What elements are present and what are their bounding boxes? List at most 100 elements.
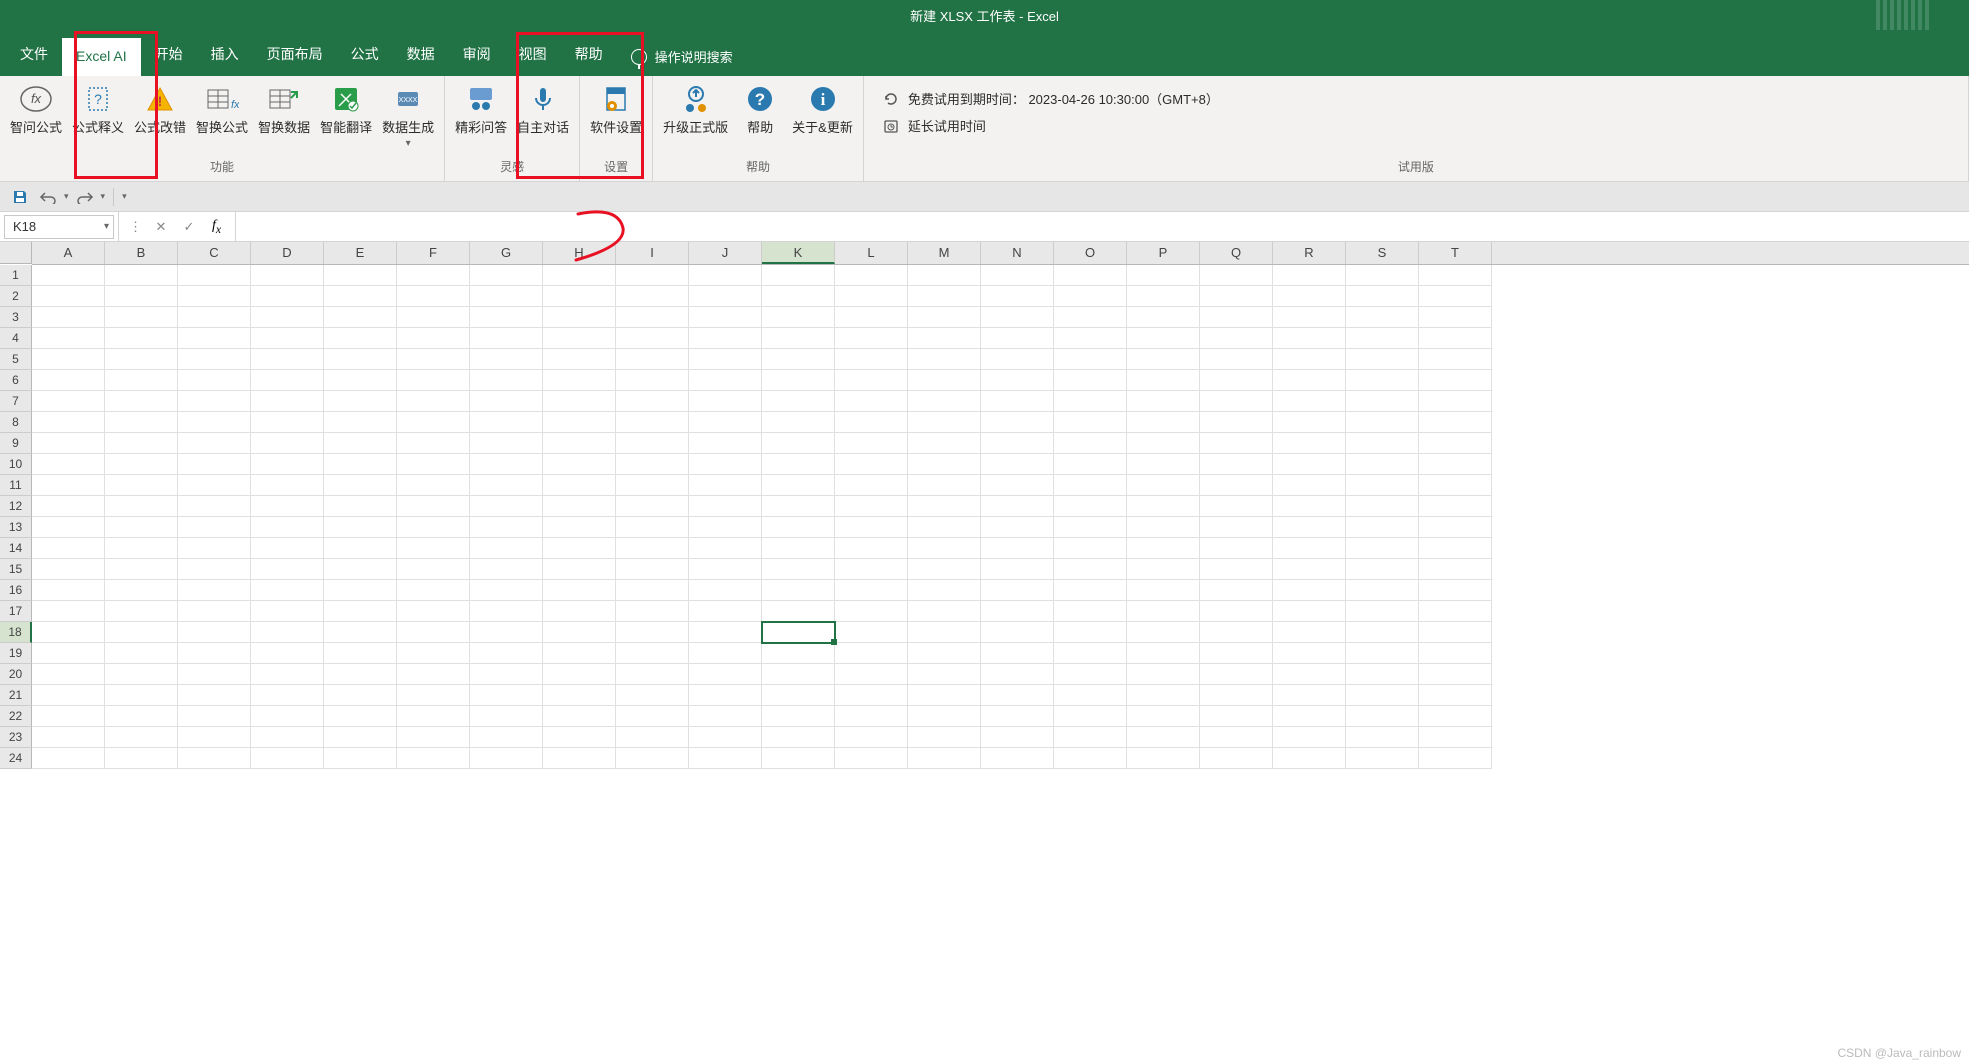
cell-R9[interactable] <box>1273 433 1346 454</box>
cell-H4[interactable] <box>543 328 616 349</box>
select-all-corner[interactable] <box>0 242 32 264</box>
cell-C15[interactable] <box>178 559 251 580</box>
cell-Q1[interactable] <box>1200 265 1273 286</box>
cell-G22[interactable] <box>470 706 543 727</box>
cell-H7[interactable] <box>543 391 616 412</box>
cell-Q6[interactable] <box>1200 370 1273 391</box>
cell-T3[interactable] <box>1419 307 1492 328</box>
cell-S22[interactable] <box>1346 706 1419 727</box>
cell-M24[interactable] <box>908 748 981 769</box>
cell-G5[interactable] <box>470 349 543 370</box>
cell-S7[interactable] <box>1346 391 1419 412</box>
cell-P23[interactable] <box>1127 727 1200 748</box>
cell-Q9[interactable] <box>1200 433 1273 454</box>
cell-J6[interactable] <box>689 370 762 391</box>
cell-C13[interactable] <box>178 517 251 538</box>
row-header-19[interactable]: 19 <box>0 643 32 664</box>
cell-A11[interactable] <box>32 475 105 496</box>
cell-D14[interactable] <box>251 538 324 559</box>
col-header-G[interactable]: G <box>470 242 543 264</box>
cell-K8[interactable] <box>762 412 835 433</box>
cell-S23[interactable] <box>1346 727 1419 748</box>
cell-N23[interactable] <box>981 727 1054 748</box>
row-header-8[interactable]: 8 <box>0 412 32 433</box>
cell-L4[interactable] <box>835 328 908 349</box>
cell-A20[interactable] <box>32 664 105 685</box>
cell-L9[interactable] <box>835 433 908 454</box>
cell-L19[interactable] <box>835 643 908 664</box>
cell-N9[interactable] <box>981 433 1054 454</box>
cell-O19[interactable] <box>1054 643 1127 664</box>
cell-B23[interactable] <box>105 727 178 748</box>
cell-Q21[interactable] <box>1200 685 1273 706</box>
cell-Q15[interactable] <box>1200 559 1273 580</box>
cell-J5[interactable] <box>689 349 762 370</box>
cell-Q23[interactable] <box>1200 727 1273 748</box>
cell-C24[interactable] <box>178 748 251 769</box>
cell-J13[interactable] <box>689 517 762 538</box>
row-header-20[interactable]: 20 <box>0 664 32 685</box>
cell-K4[interactable] <box>762 328 835 349</box>
cell-A1[interactable] <box>32 265 105 286</box>
cell-L15[interactable] <box>835 559 908 580</box>
cell-N24[interactable] <box>981 748 1054 769</box>
cell-H18[interactable] <box>543 622 616 643</box>
cell-M5[interactable] <box>908 349 981 370</box>
cell-K1[interactable] <box>762 265 835 286</box>
cell-R20[interactable] <box>1273 664 1346 685</box>
col-header-R[interactable]: R <box>1273 242 1346 264</box>
cancel-formula-button[interactable]: ✕ <box>148 215 174 239</box>
cell-N5[interactable] <box>981 349 1054 370</box>
cell-F10[interactable] <box>397 454 470 475</box>
cell-K23[interactable] <box>762 727 835 748</box>
cell-H2[interactable] <box>543 286 616 307</box>
cell-J20[interactable] <box>689 664 762 685</box>
cell-R15[interactable] <box>1273 559 1346 580</box>
cell-F13[interactable] <box>397 517 470 538</box>
cell-T20[interactable] <box>1419 664 1492 685</box>
cell-J14[interactable] <box>689 538 762 559</box>
cell-R1[interactable] <box>1273 265 1346 286</box>
cell-O20[interactable] <box>1054 664 1127 685</box>
cell-Q5[interactable] <box>1200 349 1273 370</box>
row-header-22[interactable]: 22 <box>0 706 32 727</box>
cell-D16[interactable] <box>251 580 324 601</box>
cell-G4[interactable] <box>470 328 543 349</box>
cell-P19[interactable] <box>1127 643 1200 664</box>
cell-E9[interactable] <box>324 433 397 454</box>
btn-convert-data[interactable]: 智换数据 <box>254 80 314 138</box>
cell-S24[interactable] <box>1346 748 1419 769</box>
col-header-E[interactable]: E <box>324 242 397 264</box>
cell-E20[interactable] <box>324 664 397 685</box>
trial-extend-row[interactable]: 延长试用时间 <box>882 115 1950 136</box>
cell-L2[interactable] <box>835 286 908 307</box>
cell-I19[interactable] <box>616 643 689 664</box>
cell-K16[interactable] <box>762 580 835 601</box>
tab-excel-ai[interactable]: Excel AI <box>62 38 141 76</box>
cell-H14[interactable] <box>543 538 616 559</box>
cell-E1[interactable] <box>324 265 397 286</box>
cell-F8[interactable] <box>397 412 470 433</box>
btn-formula-explain[interactable]: ? 公式释义 <box>68 80 128 138</box>
cell-K6[interactable] <box>762 370 835 391</box>
cell-M13[interactable] <box>908 517 981 538</box>
cell-F19[interactable] <box>397 643 470 664</box>
cell-M23[interactable] <box>908 727 981 748</box>
cell-N21[interactable] <box>981 685 1054 706</box>
cell-K21[interactable] <box>762 685 835 706</box>
cell-O7[interactable] <box>1054 391 1127 412</box>
cell-R23[interactable] <box>1273 727 1346 748</box>
cell-D18[interactable] <box>251 622 324 643</box>
cell-M21[interactable] <box>908 685 981 706</box>
redo-button[interactable] <box>73 185 97 209</box>
cell-E19[interactable] <box>324 643 397 664</box>
cell-S18[interactable] <box>1346 622 1419 643</box>
cell-L22[interactable] <box>835 706 908 727</box>
cell-C14[interactable] <box>178 538 251 559</box>
cell-D13[interactable] <box>251 517 324 538</box>
cell-G2[interactable] <box>470 286 543 307</box>
cell-N13[interactable] <box>981 517 1054 538</box>
cell-E10[interactable] <box>324 454 397 475</box>
cell-K7[interactable] <box>762 391 835 412</box>
row-header-12[interactable]: 12 <box>0 496 32 517</box>
